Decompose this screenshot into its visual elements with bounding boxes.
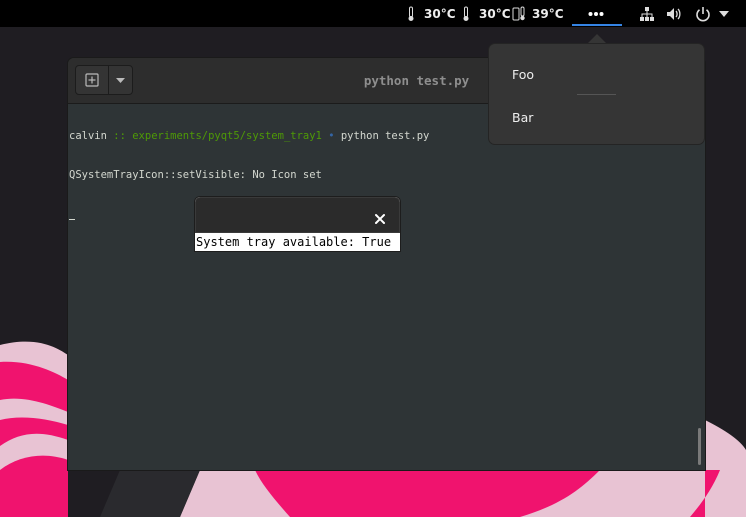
dialog-close-button[interactable] xyxy=(374,210,386,224)
volume-button[interactable] xyxy=(666,0,682,27)
network-button[interactable] xyxy=(639,0,655,27)
thermometer-icon xyxy=(408,6,414,21)
volume-icon xyxy=(667,7,681,20)
prompt-path: experiments/pyqt5/system_tray1 xyxy=(132,130,322,142)
thermometer-icon xyxy=(463,6,469,21)
sensor-2-value: 30°C xyxy=(479,6,511,21)
top-panel: 30°C 30°C 39°C xyxy=(0,0,746,27)
sensor-3-value: 39°C xyxy=(532,6,564,21)
prompt-command: python test.py xyxy=(340,130,430,142)
prompt-user: calvin xyxy=(69,130,107,142)
sensor-3[interactable]: 39°C xyxy=(512,0,564,27)
sensor-1-value: 30°C xyxy=(424,6,456,21)
terminal-cursor xyxy=(69,219,75,220)
drive-thermometer-icon xyxy=(512,6,525,20)
popover-arrow xyxy=(588,34,606,43)
sensor-2[interactable]: 30°C xyxy=(462,0,511,27)
terminal-output[interactable]: calvin :: experiments/pyqt5/system_tray1… xyxy=(69,104,695,470)
prompt-separator: :: xyxy=(106,130,133,142)
active-indicator xyxy=(572,24,622,26)
menu-item-bar[interactable]: Bar xyxy=(489,103,704,131)
tray-menu-popover: Foo Bar xyxy=(488,43,705,145)
menu-item-label: Bar xyxy=(512,109,534,125)
menu-separator xyxy=(577,94,616,95)
power-icon xyxy=(696,6,710,21)
more-horizontal-icon xyxy=(588,11,604,16)
menu-item-foo[interactable]: Foo xyxy=(489,60,704,88)
window-title: python test.py xyxy=(363,73,470,88)
sensor-1[interactable]: 30°C xyxy=(407,0,456,27)
dialog-titlebar[interactable] xyxy=(195,197,400,233)
chevron-down-icon xyxy=(719,10,729,17)
tray-status-label: System tray available: True xyxy=(196,235,392,249)
python-dialog[interactable]: System tray available: True xyxy=(195,197,400,251)
close-icon xyxy=(375,214,385,224)
tray-overflow-button[interactable] xyxy=(588,0,604,27)
output-line: QSystemTrayIcon::setVisible: No Icon set xyxy=(69,169,322,181)
menu-item-label: Foo xyxy=(512,66,535,82)
terminal-scrollbar[interactable] xyxy=(698,428,701,465)
power-menu-button[interactable] xyxy=(695,0,729,27)
prompt-dot: • xyxy=(321,130,341,142)
network-icon xyxy=(640,6,654,21)
